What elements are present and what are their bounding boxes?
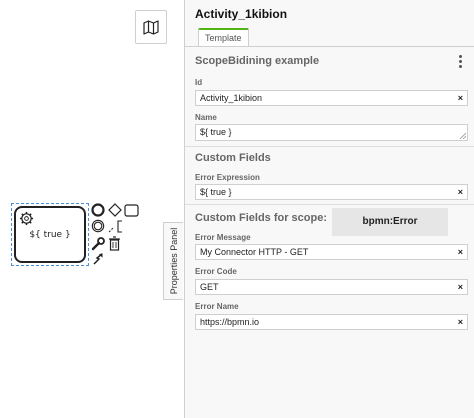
id-value: Activity_1kibion bbox=[200, 93, 263, 103]
error-code-label: Error Code bbox=[195, 267, 237, 276]
resize-handle-icon[interactable] bbox=[460, 133, 466, 139]
name-value: ${ true } bbox=[200, 127, 232, 137]
service-task-shape[interactable]: ${ true } bbox=[14, 206, 86, 263]
minimap-toggle-button[interactable] bbox=[135, 10, 167, 44]
connect-arrow-icon[interactable] bbox=[92, 252, 105, 266]
group-title-scope: Custom Fields for scope: bbox=[195, 212, 328, 224]
diagram-canvas[interactable]: ${ true } Properties Panel bbox=[0, 0, 184, 418]
id-label: Id bbox=[195, 78, 203, 87]
scope-badge: bpmn:Error bbox=[332, 208, 448, 236]
group-separator bbox=[185, 146, 474, 147]
name-textarea[interactable]: ${ true } bbox=[195, 124, 468, 141]
error-message-label: Error Message bbox=[195, 233, 251, 242]
clear-icon[interactable]: × bbox=[458, 185, 463, 199]
wrench-icon[interactable] bbox=[91, 237, 105, 251]
clear-icon[interactable]: × bbox=[458, 315, 463, 329]
append-start-event-icon[interactable] bbox=[91, 203, 105, 217]
append-intermediate-event-icon[interactable] bbox=[91, 219, 105, 233]
error-expression-label: Error Expression bbox=[195, 173, 260, 182]
clear-icon[interactable]: × bbox=[458, 280, 463, 294]
error-name-value: https://bpmn.io bbox=[200, 317, 260, 327]
kebab-menu-icon[interactable] bbox=[457, 55, 463, 68]
tab-template[interactable]: Template bbox=[198, 28, 249, 47]
name-label: Name bbox=[195, 113, 217, 122]
error-message-input[interactable]: My Connector HTTP - GET × bbox=[195, 244, 468, 260]
append-task-icon[interactable] bbox=[124, 204, 139, 217]
group-separator bbox=[185, 204, 474, 205]
clear-icon[interactable]: × bbox=[458, 91, 463, 105]
error-code-input[interactable]: GET × bbox=[195, 279, 468, 295]
trash-icon[interactable] bbox=[108, 236, 121, 251]
error-name-label: Error Name bbox=[195, 302, 239, 311]
tab-divider bbox=[185, 46, 474, 47]
group-title-template: ScopeBidining example bbox=[195, 55, 320, 67]
id-input[interactable]: Activity_1kibion × bbox=[195, 90, 468, 106]
gear-icon bbox=[19, 211, 34, 226]
error-code-value: GET bbox=[200, 282, 219, 292]
properties-panel-toggle[interactable]: Properties Panel bbox=[163, 222, 183, 300]
clear-icon[interactable]: × bbox=[458, 245, 463, 259]
properties-panel: Activity_1kibion Template ScopeBidining … bbox=[184, 0, 474, 418]
group-title-custom-fields: Custom Fields bbox=[195, 152, 271, 164]
error-expression-value: ${ true } bbox=[200, 187, 232, 197]
map-icon bbox=[143, 19, 159, 35]
text-annotation-icon[interactable] bbox=[108, 219, 124, 234]
error-expression-input[interactable]: ${ true } × bbox=[195, 184, 468, 200]
append-gateway-icon[interactable] bbox=[108, 203, 122, 217]
error-name-input[interactable]: https://bpmn.io × bbox=[195, 314, 468, 330]
panel-header-title: Activity_1kibion bbox=[195, 7, 288, 21]
properties-panel-toggle-label: Properties Panel bbox=[168, 227, 179, 295]
error-message-value: My Connector HTTP - GET bbox=[200, 247, 309, 257]
task-label: ${ true } bbox=[29, 230, 71, 240]
